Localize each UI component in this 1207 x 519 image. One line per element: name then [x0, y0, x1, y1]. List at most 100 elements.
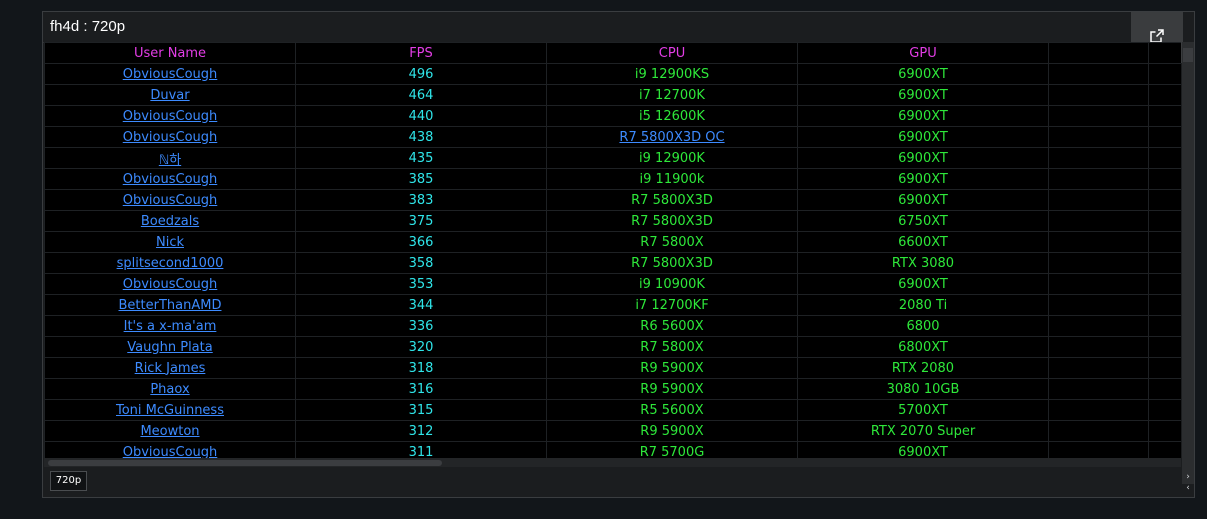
user-name-link[interactable]: ObviousCough — [44, 126, 296, 148]
gpu-cell: 6900XT — [797, 126, 1049, 148]
fps-cell: 385 — [295, 168, 547, 190]
cpu-cell: R5 5600X — [546, 399, 798, 421]
chevron-left-icon[interactable]: ‹ — [1182, 483, 1194, 494]
table-row: BetterThanAMD 344 i7 12700KF 2080 Ti — [44, 294, 1181, 316]
fps-cell: 440 — [295, 105, 547, 127]
chevron-right-icon[interactable]: › — [1182, 472, 1194, 483]
empty-cell — [1148, 231, 1181, 253]
user-name-link[interactable]: ObviousCough — [44, 441, 296, 458]
gpu-cell: 6900XT — [797, 147, 1049, 169]
table-row: Vaughn Plata 320 R7 5800X 6800XT — [44, 336, 1181, 358]
cpu-cell: R7 5800X — [546, 231, 798, 253]
scroll-arrows: › ‹ — [1182, 472, 1194, 494]
user-name-link[interactable]: splitsecond1000 — [44, 252, 296, 274]
table-row: ℕ하 435 i9 12900K 6900XT — [44, 147, 1181, 169]
user-name-link[interactable]: Phaox — [44, 378, 296, 400]
empty-cell — [1148, 294, 1181, 316]
empty-cell — [1048, 84, 1149, 106]
user-name-link[interactable]: ObviousCough — [44, 105, 296, 127]
column-header-gpu[interactable]: GPU — [797, 42, 1049, 64]
horizontal-scrollbar[interactable] — [44, 458, 1181, 467]
fps-cell: 311 — [295, 441, 547, 458]
empty-cell — [1148, 63, 1181, 85]
user-name-link[interactable]: ObviousCough — [44, 168, 296, 190]
horizontal-scroll-thumb[interactable] — [48, 460, 442, 466]
empty-cell — [1048, 168, 1149, 190]
cpu-cell: R7 5800X3D — [546, 210, 798, 232]
user-name-link[interactable]: Boedzals — [44, 210, 296, 232]
empty-cell — [1148, 147, 1181, 169]
table-row: ObviousCough 440 i5 12600K 6900XT — [44, 105, 1181, 127]
gpu-cell: 6900XT — [797, 273, 1049, 295]
fps-cell: 375 — [295, 210, 547, 232]
gpu-cell: 6800 — [797, 315, 1049, 337]
empty-cell — [1148, 378, 1181, 400]
fps-cell: 312 — [295, 420, 547, 442]
table-row: splitsecond1000 358 R7 5800X3D RTX 3080 — [44, 252, 1181, 274]
fps-cell: 344 — [295, 294, 547, 316]
fps-cell: 383 — [295, 189, 547, 211]
leaderboard-panel: fh4d : 720p User Name FPS CPU GPU Obviou… — [42, 11, 1195, 498]
table-row: Toni McGuinness 315 R5 5600X 5700XT — [44, 399, 1181, 421]
empty-cell — [1048, 273, 1149, 295]
empty-cell — [1048, 189, 1149, 211]
empty-cell — [1148, 315, 1181, 337]
empty-cell — [1148, 420, 1181, 442]
user-name-link[interactable]: ObviousCough — [44, 189, 296, 211]
vertical-scrollbar[interactable] — [1182, 42, 1194, 484]
gpu-cell: 6900XT — [797, 63, 1049, 85]
column-header-user-name[interactable]: User Name — [44, 42, 296, 64]
table-row: Rick James 318 R9 5900X RTX 2080 — [44, 357, 1181, 379]
user-name-link[interactable]: Nick — [44, 231, 296, 253]
cpu-cell: R7 5700G — [546, 441, 798, 458]
user-name-link[interactable]: It's a x-ma'am — [44, 315, 296, 337]
cpu-cell: i7 12700KF — [546, 294, 798, 316]
empty-cell — [1148, 273, 1181, 295]
empty-cell — [1048, 336, 1149, 358]
empty-cell — [1048, 147, 1149, 169]
user-name-link[interactable]: Duvar — [44, 84, 296, 106]
user-name-link[interactable]: ObviousCough — [44, 273, 296, 295]
gpu-cell: RTX 2080 — [797, 357, 1049, 379]
empty-cell — [1148, 105, 1181, 127]
gpu-cell: 6900XT — [797, 168, 1049, 190]
user-name-link[interactable]: BetterThanAMD — [44, 294, 296, 316]
gpu-cell: 5700XT — [797, 399, 1049, 421]
empty-cell — [1048, 420, 1149, 442]
header-row: User Name FPS CPU GPU — [44, 42, 1181, 64]
table-row: Phaox 316 R9 5900X 3080 10GB — [44, 378, 1181, 400]
user-name-link[interactable]: Toni McGuinness — [44, 399, 296, 421]
cpu-cell: i7 12700K — [546, 84, 798, 106]
cpu-cell: i9 12900KS — [546, 63, 798, 85]
gpu-cell: 3080 10GB — [797, 378, 1049, 400]
table-row: ObviousCough 385 i9 11900k 6900XT — [44, 168, 1181, 190]
empty-cell — [1148, 441, 1181, 458]
cpu-cell: R6 5600X — [546, 315, 798, 337]
fps-cell: 435 — [295, 147, 547, 169]
tab-720p[interactable]: 720p — [50, 471, 87, 491]
empty-cell — [1148, 399, 1181, 421]
vertical-scroll-thumb[interactable] — [1183, 48, 1193, 62]
table-row: Duvar 464 i7 12700K 6900XT — [44, 84, 1181, 106]
cpu-cell: R9 5900X — [546, 378, 798, 400]
user-name-link[interactable]: Meowton — [44, 420, 296, 442]
table-row: Meowton 312 R9 5900X RTX 2070 Super — [44, 420, 1181, 442]
user-name-link[interactable]: ObviousCough — [44, 63, 296, 85]
fps-cell: 318 — [295, 357, 547, 379]
cpu-cell: R7 5800X3D — [546, 252, 798, 274]
user-name-link[interactable]: ℕ하 — [44, 147, 296, 169]
gpu-cell: RTX 3080 — [797, 252, 1049, 274]
fps-cell: 320 — [295, 336, 547, 358]
user-name-link[interactable]: Vaughn Plata — [44, 336, 296, 358]
empty-cell — [1148, 210, 1181, 232]
panel-title: fh4d : 720p — [43, 12, 1194, 43]
column-header-cpu[interactable]: CPU — [546, 42, 798, 64]
gpu-cell: 6900XT — [797, 441, 1049, 458]
column-header-fps[interactable]: FPS — [295, 42, 547, 64]
gpu-cell: 6600XT — [797, 231, 1049, 253]
fps-cell: 366 — [295, 231, 547, 253]
table-row: It's a x-ma'am 336 R6 5600X 6800 — [44, 315, 1181, 337]
gpu-cell: RTX 2070 Super — [797, 420, 1049, 442]
user-name-link[interactable]: Rick James — [44, 357, 296, 379]
cpu-link[interactable]: R7 5800X3D OC — [546, 126, 798, 148]
